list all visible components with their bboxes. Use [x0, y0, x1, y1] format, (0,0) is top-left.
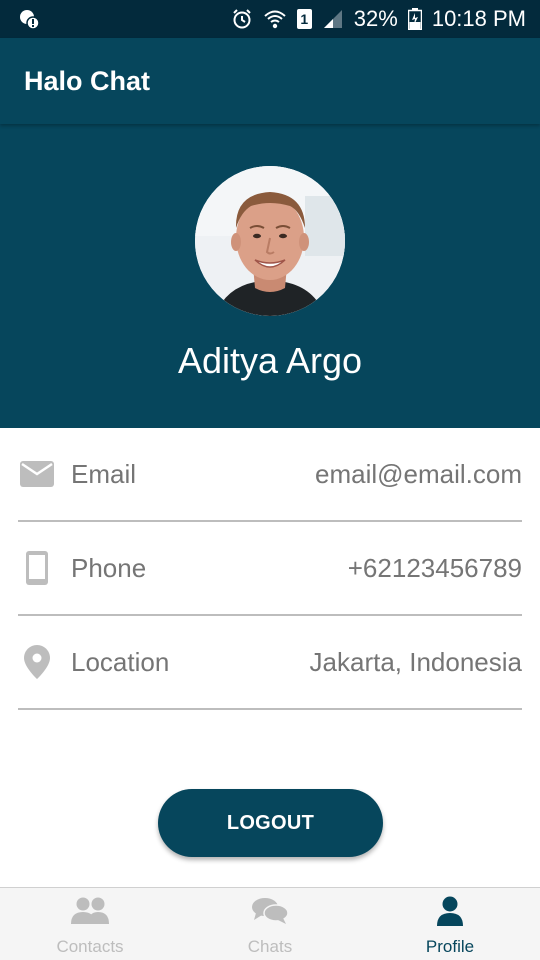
battery-percent: 32% — [353, 6, 398, 31]
nav-label-contacts: Contacts — [56, 937, 124, 956]
avatar-photo — [195, 166, 345, 316]
nav-label-profile: Profile — [425, 937, 475, 956]
bottom-navigation: Contacts Chats Profile — [0, 887, 540, 960]
sim-icon: 1 — [296, 9, 312, 29]
alarm-icon — [231, 8, 253, 30]
contacts-icon — [70, 896, 110, 931]
location-value: Jakarta, Indonesia — [309, 646, 522, 677]
phone-label: Phone — [71, 552, 147, 583]
location-label: Location — [71, 646, 170, 677]
email-label: Email — [71, 458, 137, 489]
phone-row: Phone +62123456789 — [18, 522, 522, 616]
wifi-icon — [263, 8, 287, 30]
nav-item-chats[interactable]: Chats — [180, 888, 360, 960]
location-icon — [18, 645, 56, 679]
status-bar: 1 32% 10:18 PM — [0, 0, 540, 38]
chats-icon — [251, 896, 289, 931]
email-value: email@email.com — [315, 458, 522, 489]
location-row: Location Jakarta, Indonesia — [18, 616, 522, 710]
nav-item-contacts[interactable]: Contacts — [0, 888, 180, 960]
email-icon — [18, 461, 56, 487]
avatar[interactable] — [195, 166, 345, 316]
profile-name: Aditya Argo — [177, 340, 363, 381]
email-row: Email email@email.com — [18, 428, 522, 522]
nav-label-chats: Chats — [247, 937, 293, 956]
clock: 10:18 PM — [431, 6, 526, 31]
battery-icon — [407, 8, 422, 30]
profile-icon — [435, 896, 465, 931]
phone-value: +62123456789 — [347, 552, 522, 583]
app-title: Halo Chat — [24, 65, 151, 96]
profile-header: Aditya Argo — [0, 124, 540, 428]
notification-icon — [18, 8, 40, 30]
signal-icon — [322, 9, 344, 29]
logout-button[interactable]: LOGOUT — [158, 789, 383, 857]
phone-icon — [18, 550, 56, 586]
app-bar: Halo Chat — [0, 38, 540, 124]
profile-info-list: Email email@email.com Phone +62123456789… — [18, 428, 522, 710]
nav-item-profile[interactable]: Profile — [360, 888, 540, 960]
